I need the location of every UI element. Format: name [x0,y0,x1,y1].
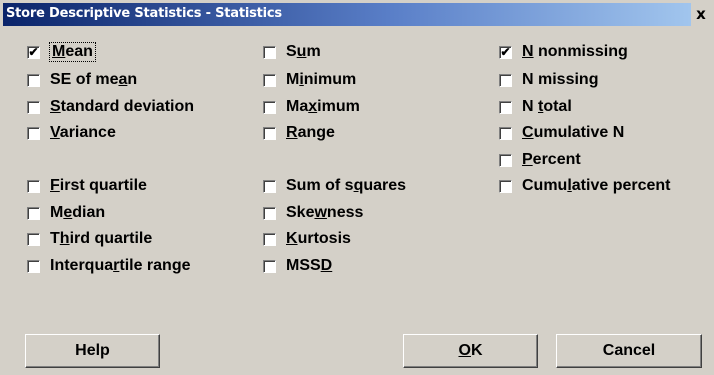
ok-button-label: OK [458,342,483,359]
checkbox-label: Maximum [286,98,360,115]
checkbox-label: SE of mean [50,71,138,88]
checkbox-n-nonmissing[interactable]: ✔ N nonmissing [499,41,628,63]
checkbox-label: Range [286,124,335,141]
checkbox-box[interactable]: ✔ [499,45,512,59]
checkbox-label: Sum [286,43,321,60]
checkbox-box[interactable]: ✔ [27,45,40,59]
checkbox-label: N missing [522,71,599,88]
checkbox-cumulative-n[interactable]: Cumulative N [499,122,624,144]
title-bar[interactable]: Store Descriptive Statistics - Statistic… [3,3,711,26]
checkbox-box[interactable] [27,126,40,140]
cancel-button[interactable]: Cancel [556,334,702,368]
checkbox-cumulative-percent[interactable]: Cumulative percent [499,175,671,197]
checkbox-box[interactable] [263,45,276,59]
checkbox-label: Variance [50,124,116,141]
checkbox-label: Kurtosis [286,230,351,247]
checkbox-box[interactable] [263,179,276,193]
checkbox-label: Interquartile range [50,257,191,274]
checkbox-box[interactable] [263,206,276,220]
checkbox-n-total[interactable]: N total [499,96,572,118]
help-button[interactable]: Help [25,334,160,368]
checkbox-box[interactable] [27,73,40,87]
checkbox-label: Percent [522,151,581,168]
checkbox-box[interactable] [263,259,276,273]
checkbox-box[interactable] [263,73,276,87]
help-button-label: Help [75,342,110,359]
checkbox-mssd[interactable]: MSSD [263,255,332,277]
checkbox-label: N nonmissing [522,43,628,60]
checkbox-label: Median [50,204,106,221]
close-button[interactable]: x [691,3,711,26]
checkbox-standard-deviation[interactable]: Standard deviation [27,96,194,118]
checkbox-label: Cumulative percent [522,177,671,194]
checkbox-third-quartile[interactable]: Third quartile [27,228,152,250]
checkbox-n-missing[interactable]: N missing [499,69,598,91]
window-title: Store Descriptive Statistics - Statistic… [6,6,282,21]
checkbox-label: Cumulative N [522,124,625,141]
statistics-dialog: Store Descriptive Statistics - Statistic… [0,0,714,375]
cancel-button-label: Cancel [602,342,656,359]
checkbox-sum-of-squares[interactable]: Sum of squares [263,175,406,197]
checkbox-mean[interactable]: ✔ Mean [27,41,96,63]
checkbox-label: Minimum [286,71,357,88]
checkbox-range[interactable]: Range [263,122,335,144]
checkbox-percent[interactable]: Percent [499,149,581,171]
checkbox-label: Mean [49,42,96,62]
checkbox-box[interactable] [27,232,40,246]
checkbox-box[interactable] [499,153,512,167]
checkbox-box[interactable] [499,100,512,114]
checkbox-box[interactable] [499,179,512,193]
checkbox-kurtosis[interactable]: Kurtosis [263,228,351,250]
checkbox-box[interactable] [263,100,276,114]
checkbox-label: First quartile [50,177,147,194]
checkbox-se-of-mean[interactable]: SE of mean [27,69,137,91]
checkbox-maximum[interactable]: Maximum [263,96,360,118]
checkbox-interquartile-range[interactable]: Interquartile range [27,255,191,277]
checkbox-label: Standard deviation [50,98,195,115]
checkbox-skewness[interactable]: Skewness [263,202,363,224]
checkbox-box[interactable] [27,259,40,273]
checkbox-label: Skewness [286,204,364,221]
checkbox-sum[interactable]: Sum [263,41,321,63]
checkbox-label: Third quartile [50,230,153,247]
checkbox-median[interactable]: Median [27,202,105,224]
checkbox-label: N total [522,98,572,115]
ok-button[interactable]: OK [403,334,538,368]
checkbox-box[interactable] [499,73,512,87]
checkbox-variance[interactable]: Variance [27,122,116,144]
checkbox-box[interactable] [27,100,40,114]
checkbox-box[interactable] [27,179,40,193]
checkbox-label: Sum of squares [286,177,407,194]
checkbox-box[interactable] [263,126,276,140]
checkbox-first-quartile[interactable]: First quartile [27,175,147,197]
checkbox-box[interactable] [27,206,40,220]
checkbox-box[interactable] [263,232,276,246]
checkbox-minimum[interactable]: Minimum [263,69,356,91]
checkbox-box[interactable] [499,126,512,140]
checkbox-label: MSSD [286,257,333,274]
